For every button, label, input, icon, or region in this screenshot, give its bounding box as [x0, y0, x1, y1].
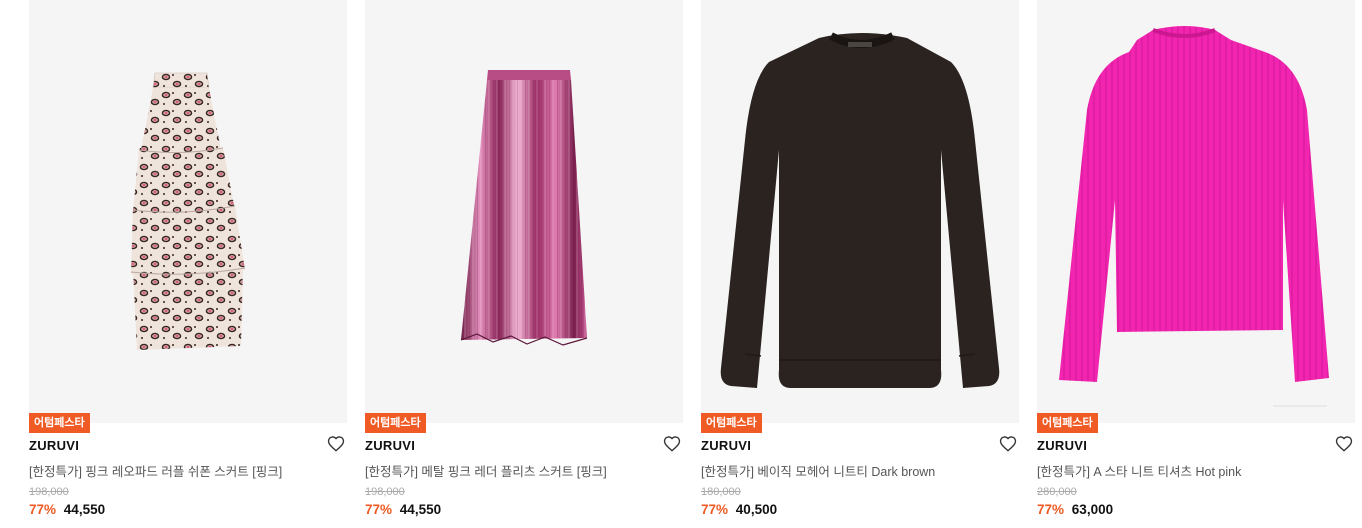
heart-outline-icon[interactable] — [663, 435, 681, 453]
original-price: 180,000 — [701, 486, 741, 498]
sale-price: 44,550 — [399, 502, 442, 517]
price-line: 77% 44,550 — [29, 502, 105, 517]
heart-outline-icon[interactable] — [1335, 435, 1353, 453]
original-price: 198,000 — [29, 486, 69, 498]
sale-price: 40,500 — [735, 502, 778, 517]
product-card[interactable]: 어텀페스타 ZURUVI [한정특가] 핑크 레오파드 러플 쉬폰 스커트 [핑… — [29, 0, 347, 528]
product-card[interactable]: 어텀페스타 ZURUVI [한정특가] 베이직 모헤어 니트티 Dark bro… — [701, 0, 1019, 528]
product-name[interactable]: [한정특가] 핑크 레오파드 러플 쉬폰 스커트 [핑크] — [29, 461, 282, 480]
brand-name[interactable]: ZURUVI — [1037, 438, 1087, 453]
original-price: 280,000 — [1037, 486, 1077, 498]
price-line: 77% 40,500 — [701, 502, 777, 517]
sale-price: 44,550 — [63, 502, 106, 517]
discount-rate: 77% — [29, 502, 57, 517]
sale-price: 63,000 — [1071, 502, 1114, 517]
discount-rate: 77% — [701, 502, 729, 517]
product-name[interactable]: [한정특가] A 스타 니트 티셔츠 Hot pink — [1037, 461, 1241, 480]
product-image-metallic-skirt[interactable] — [365, 0, 683, 423]
discount-rate: 77% — [1037, 502, 1065, 517]
promo-badge: 어텀페스타 — [29, 413, 90, 433]
price-line: 77% 63,000 — [1037, 502, 1113, 517]
discount-rate: 77% — [365, 502, 393, 517]
price-line: 77% 44,550 — [365, 502, 441, 517]
product-name[interactable]: [한정특가] 메탈 핑크 레더 플리츠 스커트 [핑크] — [365, 461, 607, 480]
product-card[interactable]: 어텀페스타 ZURUVI [한정특가] 메탈 핑크 레더 플리츠 스커트 [핑크… — [365, 0, 683, 528]
original-price: 198,000 — [365, 486, 405, 498]
heart-outline-icon[interactable] — [327, 435, 345, 453]
product-image-leopard-skirt[interactable] — [29, 0, 347, 423]
promo-badge: 어텀페스타 — [1037, 413, 1098, 433]
product-image-dark-brown-knit[interactable] — [701, 0, 1019, 423]
heart-outline-icon[interactable] — [999, 435, 1017, 453]
brand-name[interactable]: ZURUVI — [701, 438, 751, 453]
product-name[interactable]: [한정특가] 베이직 모헤어 니트티 Dark brown — [701, 461, 935, 480]
promo-badge: 어텀페스타 — [701, 413, 762, 433]
promo-badge: 어텀페스타 — [365, 413, 426, 433]
product-image-hot-pink-knit[interactable] — [1037, 0, 1355, 423]
product-grid: 어텀페스타 ZURUVI [한정특가] 핑크 레오파드 러플 쉬폰 스커트 [핑… — [0, 0, 1362, 528]
brand-name[interactable]: ZURUVI — [365, 438, 415, 453]
brand-name[interactable]: ZURUVI — [29, 438, 79, 453]
product-card[interactable]: 어텀페스타 ZURUVI [한정특가] A 스타 니트 티셔츠 Hot pink… — [1037, 0, 1355, 528]
